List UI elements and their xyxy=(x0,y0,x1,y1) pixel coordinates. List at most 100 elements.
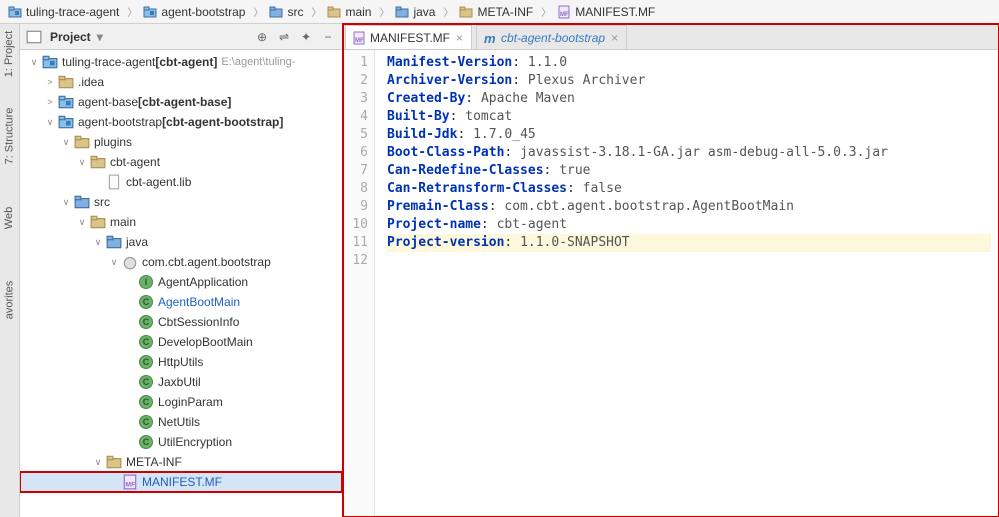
breadcrumb-label: src xyxy=(287,5,303,19)
tree-module-name: [cbt-agent-base] xyxy=(138,95,231,109)
tree-node[interactable]: ∨java xyxy=(20,232,342,252)
code-line: Boot-Class-Path: javassist-3.18.1-GA.jar… xyxy=(387,144,991,162)
breadcrumb-item[interactable]: java xyxy=(391,1,441,23)
file-mf-icon xyxy=(557,5,571,19)
tree-node[interactable]: CUtilEncryption xyxy=(20,432,342,452)
line-number: 6 xyxy=(343,144,368,162)
tree-arrow-icon[interactable]: > xyxy=(44,96,56,108)
file-mf-icon xyxy=(352,31,366,45)
project-panel-header: Project ▾ ⊕ ⇌ ✦ − xyxy=(20,24,342,50)
tree-node[interactable]: CLoginParam xyxy=(20,392,342,412)
tree-node[interactable]: ∨agent-bootstrap [cbt-agent-bootstrap] xyxy=(20,112,342,132)
module-icon xyxy=(143,5,157,19)
tree-node[interactable]: cbt-agent.lib xyxy=(20,172,342,192)
tree-label: .idea xyxy=(78,75,104,89)
tree-arrow-icon[interactable]: ∨ xyxy=(76,216,88,228)
breadcrumb-item[interactable]: src xyxy=(265,1,309,23)
breadcrumb-separator: 〉 xyxy=(311,4,321,19)
panel-dropdown-icon[interactable]: ▾ xyxy=(97,30,103,44)
breadcrumb-item[interactable]: agent-bootstrap xyxy=(139,1,251,23)
hide-icon[interactable]: − xyxy=(320,29,336,45)
side-tab-web[interactable]: Web xyxy=(0,207,36,229)
tree-node[interactable]: CCbtSessionInfo xyxy=(20,312,342,332)
tree-node[interactable]: >agent-base [cbt-agent-base] xyxy=(20,92,342,112)
tree-label: JaxbUtil xyxy=(158,375,201,389)
breadcrumb-item[interactable]: META-INF xyxy=(455,1,539,23)
folder-icon xyxy=(58,74,74,90)
tree-node[interactable]: > .idea xyxy=(20,72,342,92)
tree-node[interactable]: ∨com.cbt.agent.bootstrap xyxy=(20,252,342,272)
code-content[interactable]: Manifest-Version: 1.1.0Archiver-Version:… xyxy=(375,50,999,517)
breadcrumb-item[interactable]: MANIFEST.MF xyxy=(553,1,661,23)
settings-icon[interactable]: ✦ xyxy=(298,29,314,45)
tree-node[interactable]: CDevelopBootMain xyxy=(20,332,342,352)
folder-src-icon xyxy=(269,5,283,19)
tree-arrow-icon[interactable]: ∨ xyxy=(44,116,56,128)
tree-node[interactable]: CAgentBootMain xyxy=(20,292,342,312)
editor-area: MANIFEST.MF×cbt-agent-bootstrap× 1234567… xyxy=(343,24,999,517)
folder-icon xyxy=(90,214,106,230)
breadcrumb-separator: 〉 xyxy=(379,4,389,19)
side-tab-structure[interactable]: 7: Structure xyxy=(0,108,36,165)
code-line: Project-name: cbt-agent xyxy=(387,216,991,234)
line-number: 5 xyxy=(343,126,368,144)
tree-arrow-icon[interactable]: ∨ xyxy=(108,256,120,268)
tree-node[interactable]: ∨ main xyxy=(20,212,342,232)
code-line: Built-By: tomcat xyxy=(387,108,991,126)
tree-node[interactable]: ∨plugins xyxy=(20,132,342,152)
tree-arrow-icon[interactable]: ∨ xyxy=(92,456,104,468)
tree-arrow-icon[interactable]: ∨ xyxy=(60,196,72,208)
collapse-icon[interactable]: ⇌ xyxy=(276,29,292,45)
tree-arrow-icon[interactable]: ∨ xyxy=(76,156,88,168)
folder-icon xyxy=(74,134,90,150)
folder-java-icon xyxy=(106,234,122,250)
tree-arrow-icon[interactable]: ∨ xyxy=(60,136,72,148)
tree-label: UtilEncryption xyxy=(158,435,232,449)
editor-tabs: MANIFEST.MF×cbt-agent-bootstrap× xyxy=(343,24,999,50)
code-line: Premain-Class: com.cbt.agent.bootstrap.A… xyxy=(387,198,991,216)
tree-label: main xyxy=(110,215,136,229)
module-icon xyxy=(58,114,74,130)
locate-icon[interactable]: ⊕ xyxy=(254,29,270,45)
editor-tab[interactable]: cbt-agent-bootstrap× xyxy=(476,25,627,49)
tree-node[interactable]: ∨src xyxy=(20,192,342,212)
folder-src-icon xyxy=(74,194,90,210)
side-tab-favorites[interactable]: avorites xyxy=(0,281,36,320)
tree-node[interactable]: CJaxbUtil xyxy=(20,372,342,392)
code-line: Build-Jdk: 1.7.0_45 xyxy=(387,126,991,144)
tree-arrow-icon[interactable]: ∨ xyxy=(92,236,104,248)
maven-icon xyxy=(483,31,497,45)
editor-tab[interactable]: MANIFEST.MF× xyxy=(345,25,472,49)
line-number: 2 xyxy=(343,72,368,90)
close-icon[interactable]: × xyxy=(609,31,620,45)
tree-arrow-icon[interactable]: > xyxy=(44,76,56,88)
tree-node[interactable]: IAgentApplication xyxy=(20,272,342,292)
breadcrumb-item[interactable]: tuling-trace-agent xyxy=(4,1,125,23)
breadcrumb-separator: 〉 xyxy=(443,4,453,19)
breadcrumb-separator: 〉 xyxy=(127,4,137,19)
tree-node[interactable]: ∨cbt-agent xyxy=(20,152,342,172)
class-c-icon: C xyxy=(138,294,154,310)
close-icon[interactable]: × xyxy=(454,31,465,45)
tree-node[interactable]: CNetUtils xyxy=(20,412,342,432)
class-c-icon: C xyxy=(138,334,154,350)
sidebar-tabs: 1: Project 7: Structure Web avorites xyxy=(0,24,20,517)
folder-icon xyxy=(90,154,106,170)
tree-node[interactable]: MANIFEST.MF xyxy=(20,472,342,492)
line-number: 8 xyxy=(343,180,368,198)
tree-node[interactable]: ∨tuling-trace-agent [cbt-agent]E:\agent\… xyxy=(20,52,342,72)
module-icon xyxy=(8,5,22,19)
breadcrumb-label: agent-bootstrap xyxy=(161,5,245,19)
tree-node[interactable]: CHttpUtils xyxy=(20,352,342,372)
panel-title-text: Project xyxy=(50,30,91,44)
class-c-icon: C xyxy=(138,394,154,410)
breadcrumb-item[interactable]: main xyxy=(323,1,377,23)
tree-label: NetUtils xyxy=(158,415,200,429)
tree-node[interactable]: ∨META-INF xyxy=(20,452,342,472)
code-line xyxy=(387,252,991,270)
side-tab-project[interactable]: 1: Project xyxy=(0,31,36,77)
tree-path-suffix: E:\agent\tuling- xyxy=(221,56,295,68)
project-panel: Project ▾ ⊕ ⇌ ✦ − ∨tuling-trace-agent [c… xyxy=(20,24,343,517)
line-number: 3 xyxy=(343,90,368,108)
project-tree: ∨tuling-trace-agent [cbt-agent]E:\agent\… xyxy=(20,50,342,517)
